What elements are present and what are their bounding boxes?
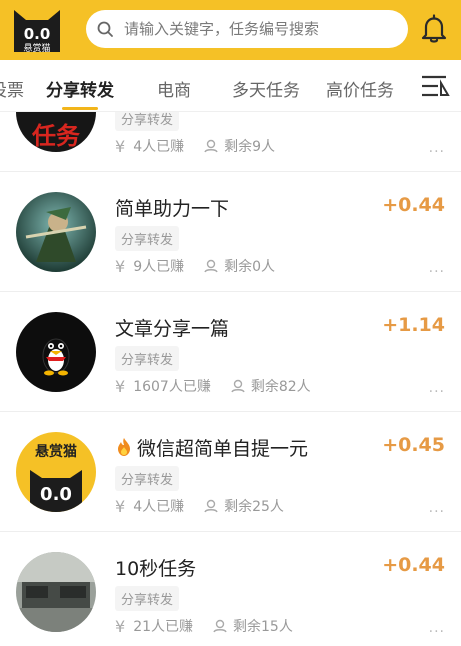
remaining-count: 剩余82人 [250, 379, 311, 395]
task-card[interactable]: 任务 分享转发 ¥ 4人已赚 剩余9人 ··· [0, 112, 461, 172]
task-reward: +0.44 [382, 194, 445, 216]
tab-high-price[interactable]: 高价任务 [326, 76, 394, 101]
active-tab-indicator [62, 107, 98, 110]
yen-icon: ¥ [115, 496, 126, 516]
person-icon [204, 139, 218, 153]
task-avatar [16, 552, 96, 632]
task-title: 微信超简单自提一元 [115, 434, 308, 461]
more-icon[interactable]: ··· [429, 624, 445, 640]
task-tag: 分享转发 [115, 346, 180, 371]
avatar-text: 任务 [31, 122, 81, 150]
yen-icon: ¥ [115, 376, 126, 396]
task-reward: +1.14 [382, 314, 445, 336]
yen-icon: ¥ [115, 256, 126, 276]
person-icon [231, 379, 245, 393]
task-avatar [16, 192, 96, 272]
task-tag: 分享转发 [115, 586, 180, 611]
tab-ecommerce[interactable]: 电商 [157, 76, 191, 101]
more-icon[interactable]: ··· [429, 144, 445, 160]
task-card[interactable]: 悬赏猫 0.0 微信超简单自提一元 +0.45 分享转发 ¥ 4人已赚 剩余25… [0, 412, 461, 532]
more-icon[interactable]: ··· [429, 384, 445, 400]
task-tag: 分享转发 [115, 112, 180, 131]
remaining-count: 剩余0人 [224, 259, 276, 275]
search-icon [97, 21, 113, 37]
person-icon [213, 619, 227, 633]
app-logo[interactable]: 0.0 悬赏猫 [8, 6, 66, 56]
avatar-caption: 悬赏猫 [34, 443, 77, 460]
task-tag: 分享转发 [115, 226, 180, 251]
tab-multi-day[interactable]: 多天任务 [232, 76, 300, 101]
remaining-count: 剩余25人 [224, 499, 284, 515]
remaining-count: 剩余9人 [224, 139, 276, 155]
task-avatar [16, 312, 96, 392]
task-title: 文章分享一篇 [115, 318, 230, 340]
task-reward: +0.44 [382, 554, 445, 576]
earned-count: 9人已赚 [133, 259, 185, 275]
task-card[interactable]: 简单助力一下 +0.44 分享转发 ¥ 9人已赚 剩余0人 ··· [0, 172, 461, 292]
category-tabs: 投票 分享转发 电商 多天任务 高价任务 [0, 60, 461, 112]
earned-count: 4人已赚 [133, 139, 185, 155]
task-meta: ¥ 1607人已赚 剩余82人 [115, 376, 311, 396]
task-tag: 分享转发 [115, 466, 180, 491]
yen-icon: ¥ [115, 616, 126, 636]
remaining-count: 剩余15人 [233, 619, 293, 635]
search-input[interactable] [124, 10, 394, 48]
task-card[interactable]: 10秒任务 +0.44 分享转发 ¥ 21人已赚 剩余15人 ··· [0, 532, 461, 646]
logo-caption: 悬赏猫 [23, 42, 50, 54]
earned-count: 4人已赚 [133, 499, 185, 515]
fire-icon [118, 438, 130, 456]
task-avatar: 悬赏猫 0.0 [16, 432, 96, 512]
yen-icon: ¥ [115, 136, 126, 156]
person-icon [204, 259, 218, 273]
task-meta: ¥ 4人已赚 剩余9人 [115, 136, 275, 156]
more-icon[interactable]: ··· [429, 264, 445, 280]
task-card[interactable]: 文章分享一篇 +1.14 分享转发 ¥ 1607人已赚 剩余82人 ··· [0, 292, 461, 412]
logo-face-text: 0.0 [24, 25, 51, 43]
task-avatar: 任务 [16, 112, 96, 152]
menu-icon[interactable] [420, 73, 450, 99]
more-icon[interactable]: ··· [429, 504, 445, 520]
earned-count: 21人已赚 [133, 619, 194, 635]
task-title-text: 微信超简单自提一元 [137, 438, 309, 460]
avatar-face: 0.0 [40, 484, 72, 505]
task-meta: ¥ 9人已赚 剩余0人 [115, 256, 275, 276]
task-list: 任务 分享转发 ¥ 4人已赚 剩余9人 ··· 简单助力一下 +0.44 分享转… [0, 112, 461, 646]
earned-count: 1607人已赚 [133, 379, 211, 395]
penguin-icon [42, 338, 70, 376]
top-header: 0.0 悬赏猫 [0, 0, 461, 60]
search-bar[interactable] [86, 10, 408, 48]
tab-vote[interactable]: 投票 [0, 76, 24, 101]
task-meta: ¥ 4人已赚 剩余25人 [115, 496, 284, 516]
bell-icon[interactable] [420, 14, 448, 44]
person-icon [204, 499, 218, 513]
task-reward: +0.45 [382, 434, 445, 456]
task-title: 10秒任务 [115, 558, 197, 580]
task-title: 简单助力一下 [115, 198, 230, 220]
tab-share[interactable]: 分享转发 [46, 76, 114, 101]
cat-logo-icon: 悬赏猫 0.0 [30, 443, 82, 512]
task-meta: ¥ 21人已赚 剩余15人 [115, 616, 293, 636]
